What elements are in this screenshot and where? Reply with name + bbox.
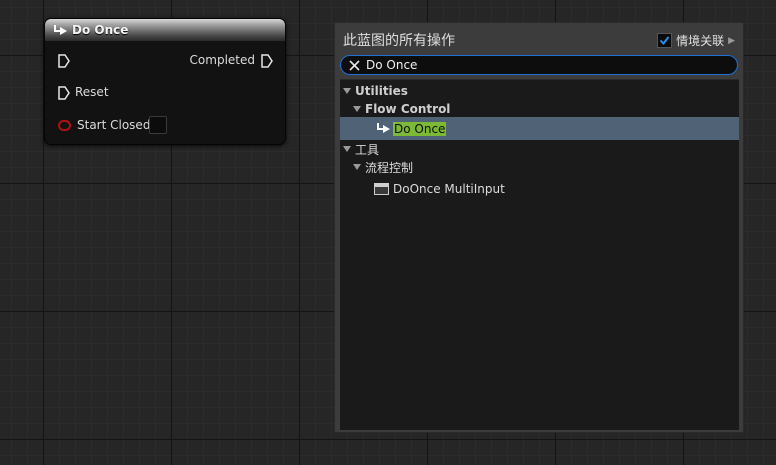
context-sensitive-label: 情境关联 [676,34,725,48]
category-utilities[interactable]: Utilities [340,81,739,101]
expand-arrow-icon[interactable]: ▶ [728,36,735,46]
reset-pin-icon[interactable] [58,85,70,100]
search-box[interactable] [340,55,738,75]
checkmark-icon [659,36,670,46]
menu-title: 此蓝图的所有操作 [343,33,455,49]
action-label: Do Once [393,121,447,136]
collapse-triangle-icon[interactable] [343,146,351,152]
context-sensitive-checkbox[interactable] [657,33,673,48]
category-flow-control-cn[interactable]: 流程控制 [340,157,739,177]
category-tools[interactable]: 工具 [340,139,739,159]
category-label: 工具 [355,142,380,157]
context-sensitive-toggle[interactable]: 情境关联 ▶ [657,32,735,49]
reset-pin-label: Reset [75,85,109,99]
exec-in-pin-icon[interactable] [58,53,70,68]
start-closed-checkbox[interactable] [149,116,167,134]
macro-icon [374,183,389,195]
function-arrow-icon [53,24,68,37]
category-flow-control[interactable]: Flow Control [340,99,739,119]
node-title: Do Once [72,23,129,37]
node-header[interactable]: Do Once [45,19,285,41]
collapse-triangle-icon[interactable] [353,164,361,170]
category-label: Flow Control [365,102,451,116]
search-input[interactable] [366,58,726,72]
action-menu: 此蓝图的所有操作 情境关联 ▶ Utilities Flow Control [334,22,744,433]
category-label: Utilities [355,84,408,98]
collapse-triangle-icon[interactable] [343,88,351,94]
action-do-once[interactable]: Do Once [340,117,739,140]
pin-row-start-closed: Start Closed [45,116,285,134]
category-label: 流程控制 [365,160,414,175]
start-closed-pin-label: Start Closed [77,118,151,132]
function-arrow-icon [376,122,391,135]
do-once-node[interactable]: Do Once Completed Reset Start Closed [44,18,286,145]
clear-search-icon[interactable] [347,58,361,72]
completed-pin-label: Completed [189,53,255,67]
pin-row-reset: Reset [45,83,285,101]
start-closed-pin-icon[interactable] [58,119,71,131]
pin-row-exec: Completed [45,51,285,69]
action-doonce-multiinput[interactable]: DoOnce MultiInput [340,179,739,199]
completed-pin-icon[interactable] [261,53,273,68]
action-label: DoOnce MultiInput [393,182,505,196]
action-tree[interactable]: Utilities Flow Control Do Once 工具 流程控制 D… [340,79,739,430]
collapse-triangle-icon[interactable] [353,106,361,112]
